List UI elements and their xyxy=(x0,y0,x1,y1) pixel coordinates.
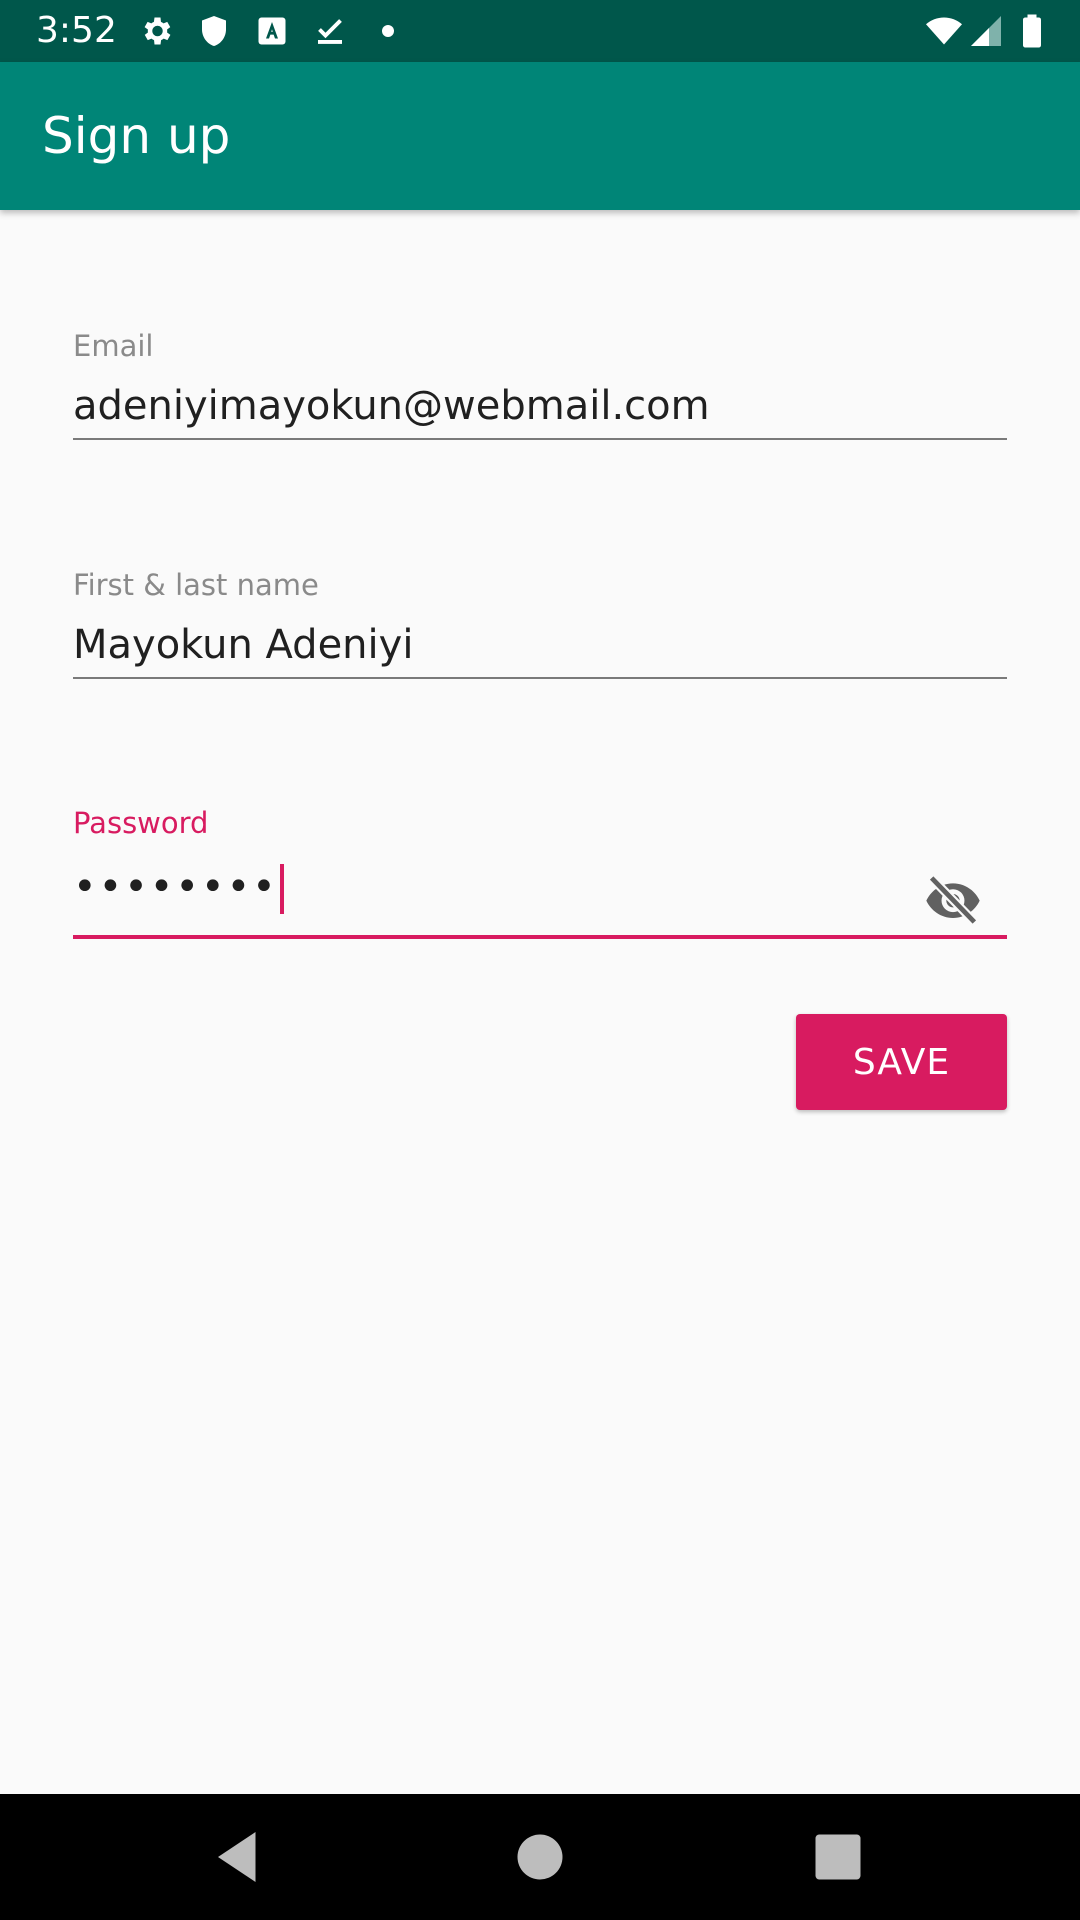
email-field[interactable]: Email adeniyimayokun@webmail.com xyxy=(73,325,1007,445)
password-masked-text: •••••••• xyxy=(73,864,278,910)
password-label: Password xyxy=(73,806,209,840)
password-underline xyxy=(73,935,1007,939)
wifi-icon xyxy=(926,17,962,45)
dot-icon xyxy=(382,25,394,37)
email-underline xyxy=(73,438,1007,440)
back-icon[interactable] xyxy=(208,1827,268,1887)
recents-icon[interactable] xyxy=(808,1827,868,1887)
name-label: First & last name xyxy=(73,568,319,602)
name-value[interactable]: Mayokun Adeniyi xyxy=(73,622,413,668)
page-title: Sign up xyxy=(42,107,231,165)
download-done-icon xyxy=(318,19,342,44)
password-field[interactable]: Password •••••••• xyxy=(73,802,1007,942)
status-time: 3:52 xyxy=(36,10,117,51)
sign-up-screen: 3:52 Sign up Email adeniyimayokun@webmai… xyxy=(0,0,1080,1920)
text-cursor xyxy=(279,864,284,914)
signal-icon xyxy=(971,16,1001,46)
name-field[interactable]: First & last name Mayokun Adeniyi xyxy=(73,564,1007,684)
password-value[interactable]: •••••••• xyxy=(73,864,284,914)
shield-icon xyxy=(202,16,226,46)
email-value[interactable]: adeniyimayokun@webmail.com xyxy=(73,383,710,429)
status-bar: 3:52 xyxy=(0,0,1080,62)
battery-icon xyxy=(1023,14,1041,48)
email-label: Email xyxy=(73,329,154,363)
visibility-off-icon[interactable] xyxy=(921,866,985,930)
home-icon[interactable] xyxy=(510,1827,570,1887)
gear-icon xyxy=(144,17,171,45)
save-button[interactable]: SAVE xyxy=(796,1014,1007,1110)
name-underline xyxy=(73,677,1007,679)
navigation-bar xyxy=(0,1794,1080,1920)
app-bar: Sign up xyxy=(0,62,1080,210)
keyboard-a-icon xyxy=(258,17,286,45)
